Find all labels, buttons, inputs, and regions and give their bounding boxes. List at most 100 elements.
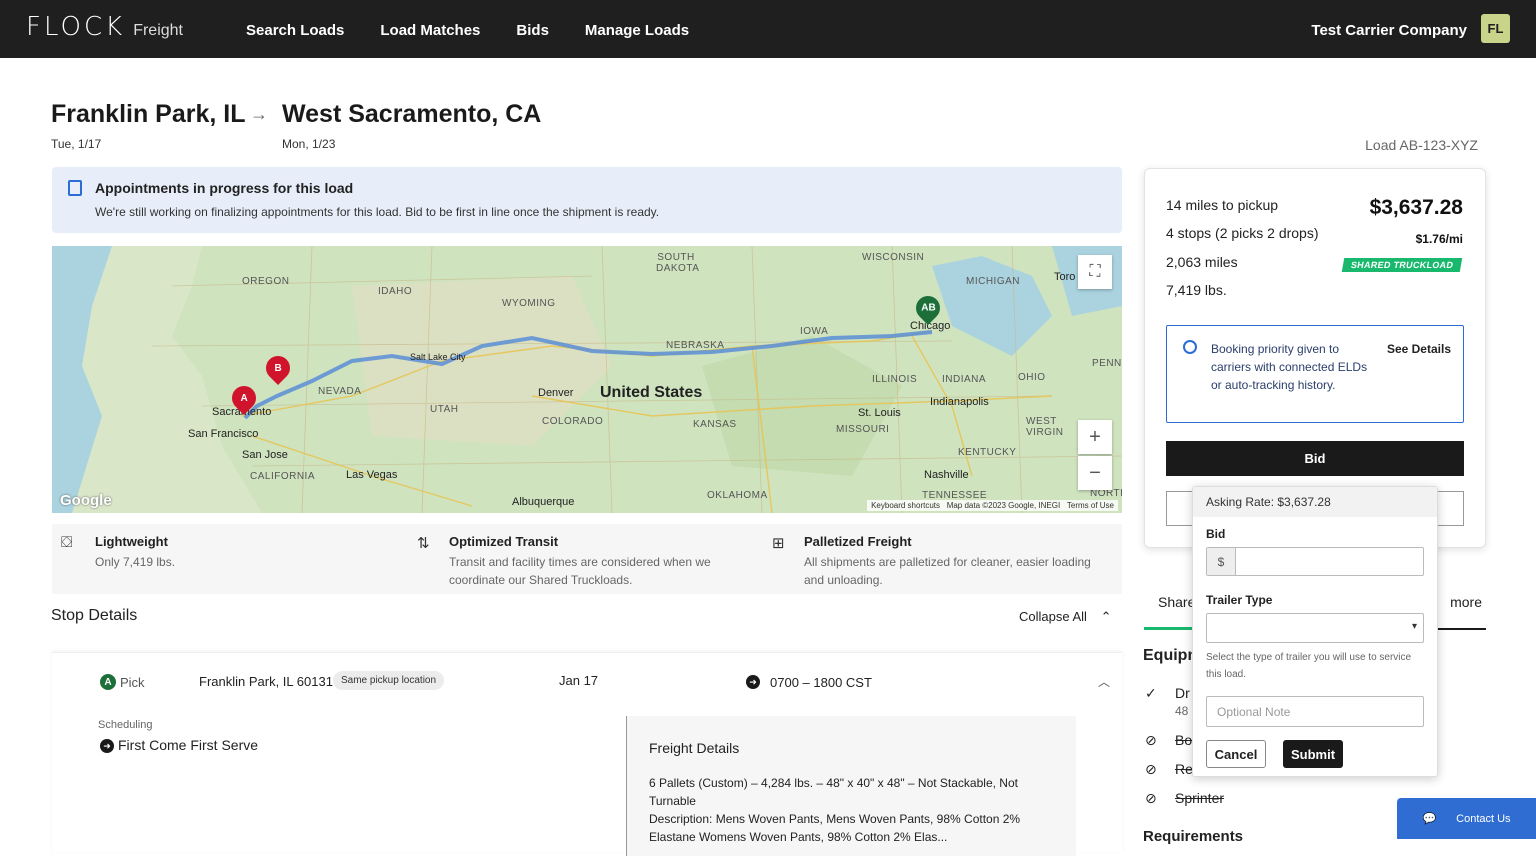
- chat-icon: 💬: [1422, 813, 1437, 825]
- not-allowed-icon: ⊘: [1145, 761, 1157, 777]
- destination-date: Mon, 1/23: [282, 137, 336, 151]
- features-strip: ⛋ Lightweight Only 7,419 lbs. ⇅ Optimize…: [52, 524, 1122, 594]
- load-price: $3,637.28: [1369, 196, 1463, 219]
- avatar[interactable]: FL: [1481, 14, 1510, 43]
- priority-text: Booking priority given to carriers with …: [1211, 342, 1368, 392]
- equipment-label: Sprinter: [1175, 790, 1225, 806]
- equipment-row: ✓ Dr: [1145, 685, 1190, 702]
- fullscreen-icon[interactable]: ⛶: [1078, 255, 1112, 289]
- top-nav: FLOCK Freight Search Loads Load Matches …: [0, 0, 1536, 58]
- destination-city: West Sacramento, CA: [282, 100, 542, 128]
- map-city-nashville: Nashville: [924, 469, 969, 481]
- load-id: Load AB-123-XYZ: [1365, 137, 1478, 153]
- contact-us-button[interactable]: 💬 Contact Us: [1397, 798, 1536, 839]
- asking-rate: Asking Rate: $3,637.28: [1193, 487, 1437, 517]
- tab-share[interactable]: Share: [1158, 594, 1195, 610]
- freight-details-title: Freight Details: [649, 740, 740, 756]
- map-label-nevada: NEVADA: [318, 386, 362, 397]
- map-label-utah: UTAH: [430, 404, 459, 415]
- banner-title: Appointments in progress for this load: [95, 180, 354, 196]
- map-city-toronto: Toro: [1054, 271, 1076, 283]
- flock-logo[interactable]: FLOCK Freight: [26, 12, 183, 42]
- map-label-missouri: MISSOURI: [836, 424, 890, 435]
- trailer-type-select[interactable]: ▾: [1206, 613, 1424, 643]
- nav-links: Search Loads Load Matches Bids Manage Lo…: [246, 22, 689, 39]
- booking-priority-box: Booking priority given to carriers with …: [1166, 325, 1464, 423]
- feature-title: Optimized Transit: [449, 534, 559, 549]
- stop-type: Pick: [120, 675, 145, 690]
- banner-text: We're still working on finalizing appoin…: [95, 205, 660, 219]
- feature-title: Lightweight: [95, 534, 168, 549]
- bid-amount-input[interactable]: $: [1206, 547, 1424, 576]
- submit-button[interactable]: Submit: [1283, 740, 1343, 768]
- map-attribution: Keyboard shortcuts Map data ©2023 Google…: [867, 500, 1118, 511]
- stop-card: A Pick Franklin Park, IL 60131 Same pick…: [52, 652, 1122, 856]
- route-map[interactable]: OREGON IDAHO WYOMING SOUTH DAKOTA WISCON…: [52, 246, 1122, 513]
- nav-manage-loads[interactable]: Manage Loads: [585, 22, 689, 39]
- optional-note-input[interactable]: Optional Note: [1206, 696, 1424, 727]
- stop-address: Franklin Park, IL 60131: [199, 674, 333, 689]
- equipment-label: Bo: [1175, 732, 1193, 748]
- freight-summary: 6 Pallets (Custom) – 4,284 lbs. – 48" x …: [649, 776, 1018, 808]
- keyboard-shortcuts-link[interactable]: Keyboard shortcuts: [871, 501, 940, 510]
- origin-date: Tue, 1/17: [51, 137, 102, 151]
- nav-bids[interactable]: Bids: [516, 22, 549, 39]
- collapse-all-button[interactable]: Collapse All ⌃: [1019, 609, 1111, 625]
- cancel-button[interactable]: Cancel: [1206, 740, 1266, 768]
- equipment-row: ⊘ Bo: [1145, 732, 1192, 749]
- map-label-idaho: IDAHO: [378, 286, 413, 297]
- pin-a-label: A: [240, 392, 248, 404]
- google-logo: Google: [60, 492, 112, 509]
- clipboard-icon: [68, 180, 82, 196]
- map-label-illinois: ILLINOIS: [872, 374, 918, 385]
- scheduling-value: First Come First Serve: [118, 737, 259, 753]
- stat-miles-to-pickup: 14 miles to pickup: [1166, 197, 1279, 213]
- trailer-help-text: Select the type of trailer you will use …: [1206, 652, 1412, 680]
- grid-icon: ⊞: [772, 535, 785, 552]
- freight-description: Description: Mens Woven Pants, Mens Wove…: [649, 812, 1021, 844]
- tab-more[interactable]: more: [1450, 594, 1482, 610]
- bid-button[interactable]: Bid: [1166, 441, 1464, 476]
- map-city-san-jose: San Jose: [242, 449, 288, 461]
- company-name[interactable]: Test Carrier Company: [1311, 22, 1467, 39]
- map-label-penn: PENN: [1092, 358, 1122, 369]
- appointments-banner: Appointments in progress for this load W…: [52, 167, 1122, 233]
- equipment-row: ⊘ Re: [1145, 761, 1193, 778]
- map-label-nebraska: NEBRASKA: [666, 340, 725, 351]
- logo-text: FLOCK: [26, 12, 126, 42]
- map-city-indianapolis: Indianapolis: [930, 396, 989, 408]
- freight-details-box: Freight Details 6 Pallets (Custom) – 4,2…: [626, 716, 1076, 856]
- arrow-circle-icon: ➜: [746, 675, 760, 689]
- same-pickup-badge: Same pickup location: [333, 671, 445, 690]
- map-label-oklahoma: OKLAHOMA: [707, 490, 768, 501]
- map-label-west-virginia: WEST VIRGIN: [1026, 416, 1064, 438]
- zoom-in-button[interactable]: +: [1078, 420, 1112, 454]
- equipment-label: Re: [1175, 761, 1193, 777]
- equipment-sub: 48: [1175, 704, 1189, 718]
- pin-b-label: B: [274, 362, 282, 374]
- requirements-heading: Requirements: [1143, 828, 1244, 845]
- collapse-chevrons-icon: ⌃: [1100, 609, 1112, 624]
- logo-sub: Freight: [133, 22, 183, 39]
- chevron-up-icon[interactable]: ︿: [1098, 673, 1110, 690]
- swap-arrows-icon: ⇅: [417, 535, 430, 552]
- stat-stops: 4 stops (2 picks 2 drops): [1166, 225, 1319, 241]
- map-data-text: Map data ©2023 Google, INEGI: [946, 501, 1061, 510]
- feature-title: Palletized Freight: [804, 534, 912, 549]
- shared-truckload-badge: SHARED TRUCKLOAD: [1341, 258, 1463, 272]
- map-city-st-louis: St. Louis: [858, 407, 901, 419]
- bid-popover: Asking Rate: $3,637.28 Bid $ Trailer Typ…: [1192, 486, 1438, 777]
- map-label-south-dakota: SOUTH DAKOTA: [656, 252, 700, 274]
- equipment-heading: Equipn: [1143, 647, 1198, 664]
- zoom-out-button[interactable]: −: [1078, 456, 1112, 490]
- map-label-michigan: MICHIGAN: [966, 276, 1020, 287]
- nav-search-loads[interactable]: Search Loads: [246, 22, 344, 39]
- terms-link[interactable]: Terms of Use: [1067, 501, 1114, 510]
- stop-time: 0700 – 1800 CST: [770, 675, 872, 690]
- map-label-kentucky: KENTUCKY: [958, 447, 1017, 458]
- nav-load-matches[interactable]: Load Matches: [380, 22, 480, 39]
- check-icon: ✓: [1145, 685, 1157, 701]
- map-city-albuquerque: Albuquerque: [512, 496, 575, 508]
- map-label-california: CALIFORNIA: [250, 471, 316, 482]
- see-details-link[interactable]: See Details: [1387, 342, 1451, 356]
